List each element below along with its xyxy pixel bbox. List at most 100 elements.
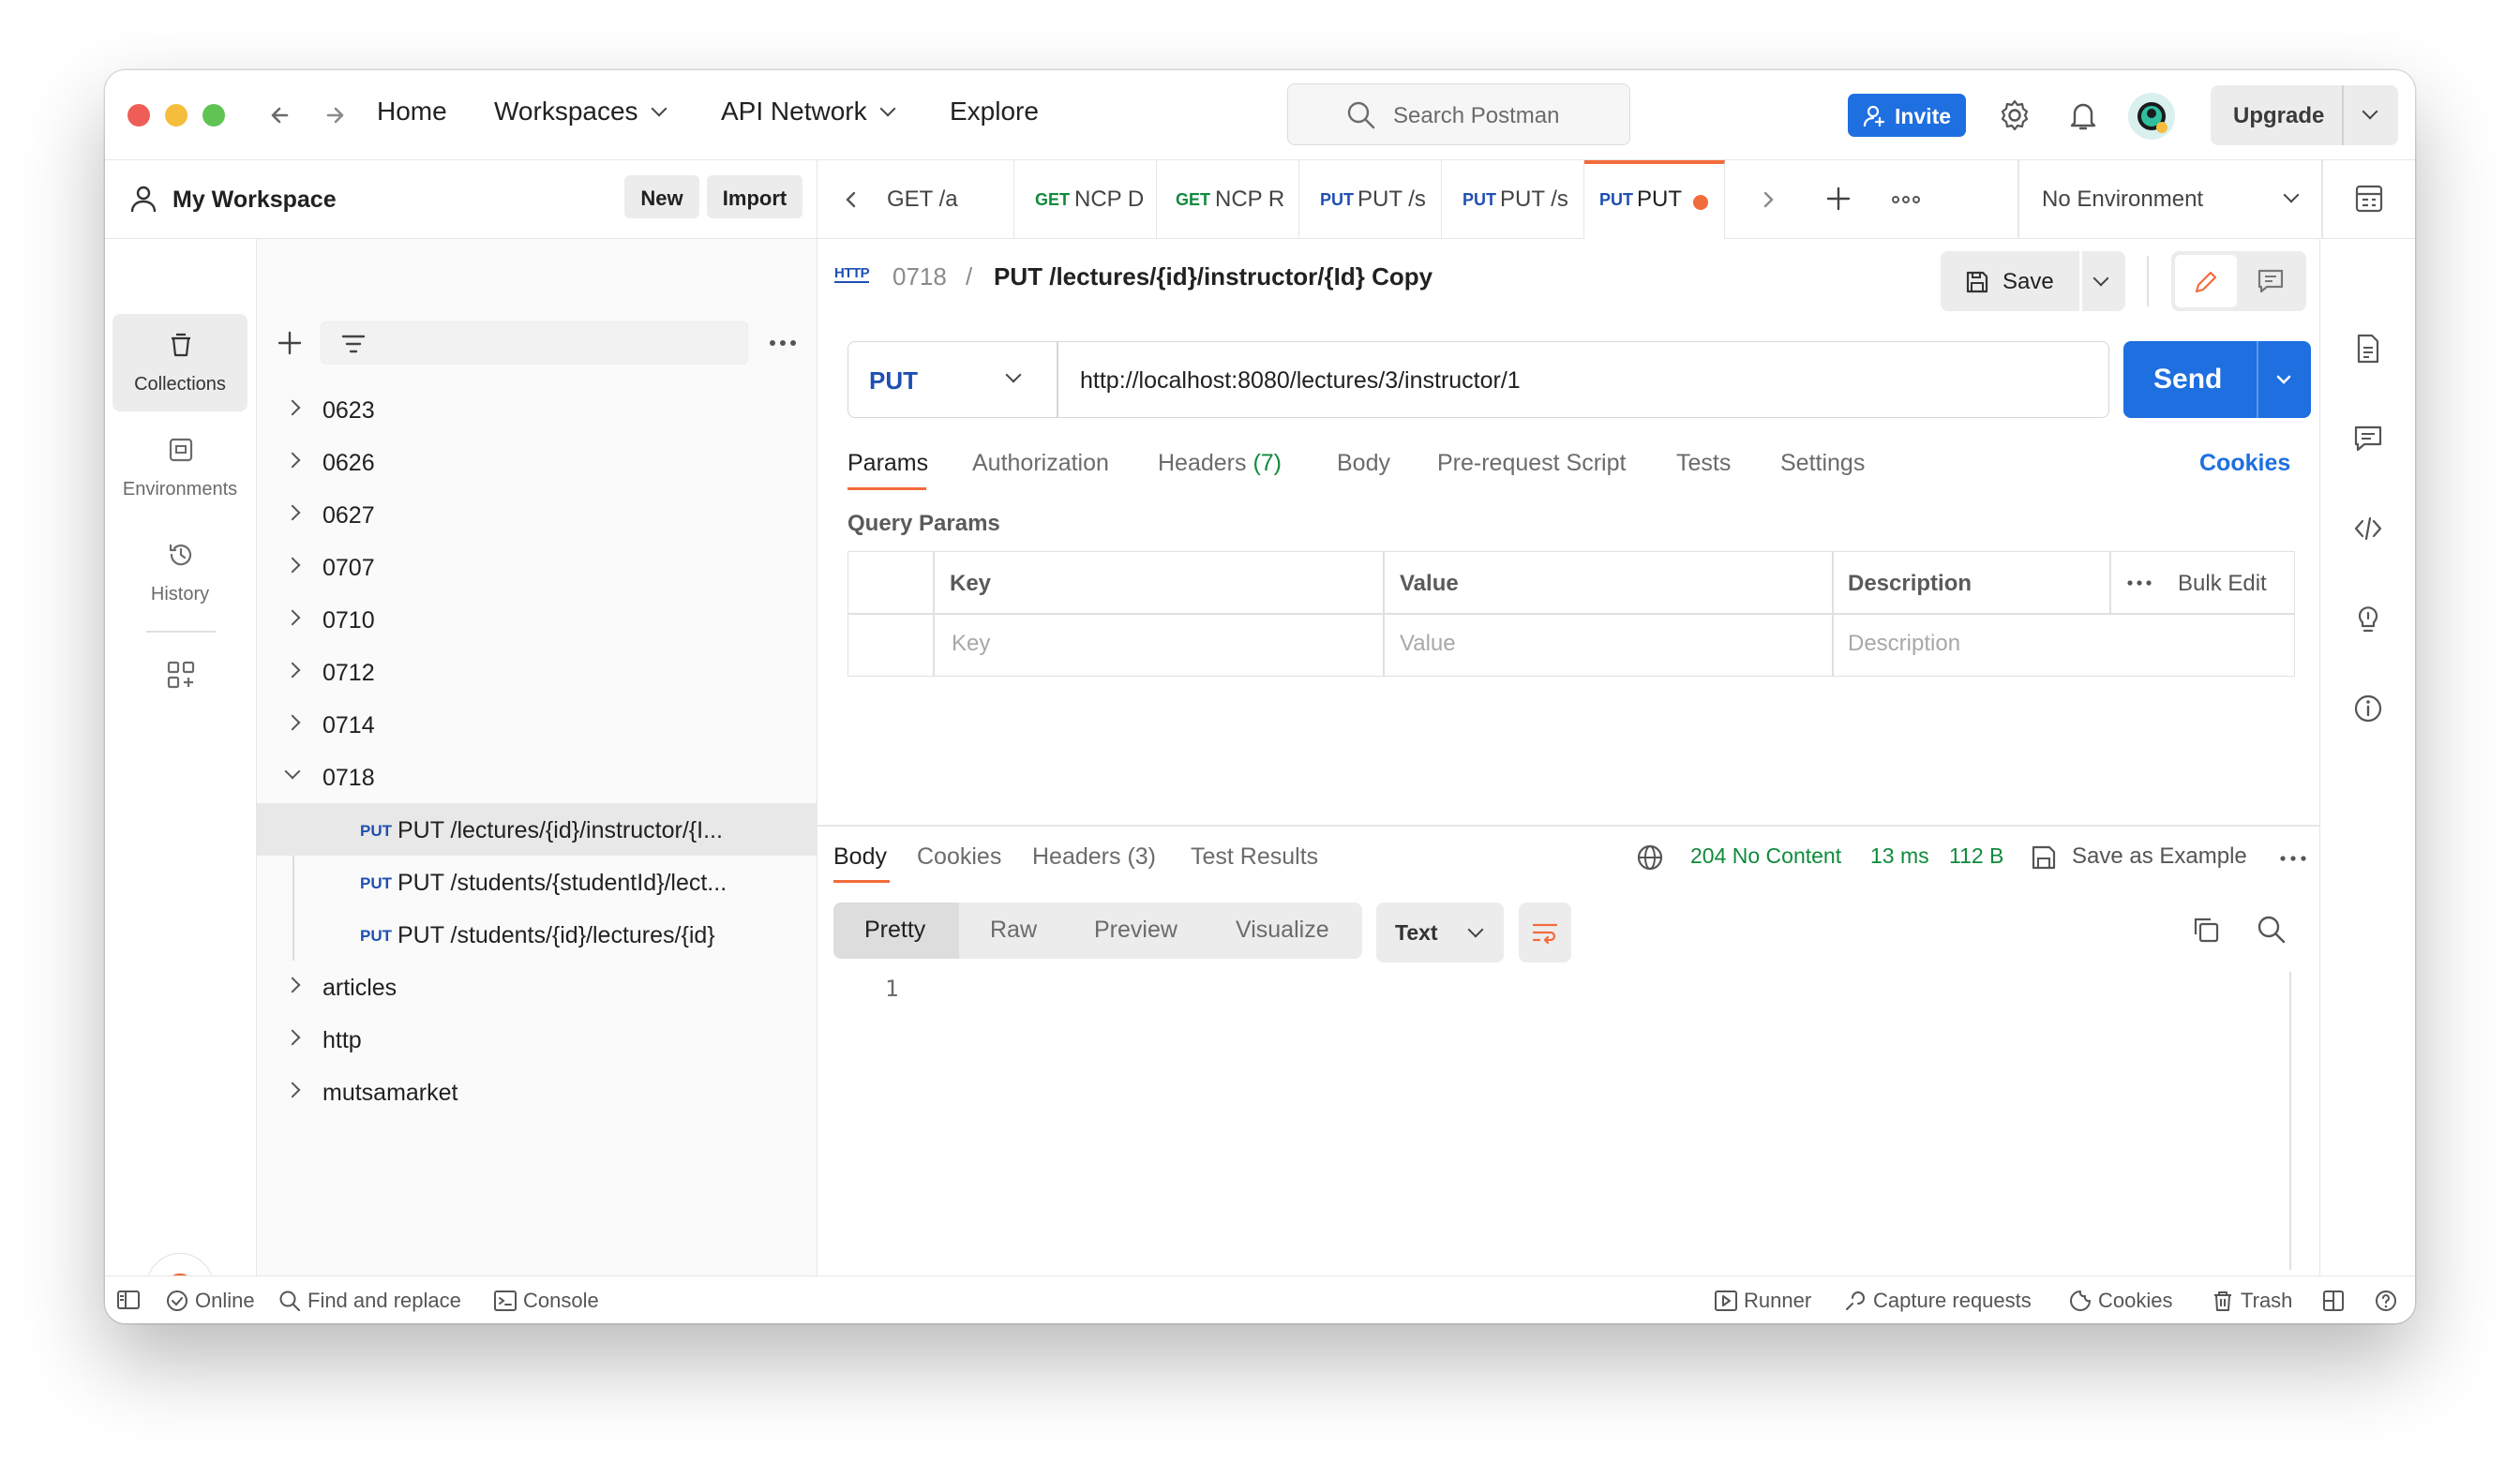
search-input[interactable]: Search Postman bbox=[1287, 83, 1630, 145]
breadcrumb-folder[interactable]: 0718 bbox=[892, 262, 947, 291]
folder-row[interactable]: mutsamarket bbox=[257, 1066, 818, 1118]
globe-icon[interactable] bbox=[1635, 843, 1665, 873]
tab-headers[interactable]: Headers (7) bbox=[1158, 450, 1282, 477]
request-tab[interactable]: GET /a bbox=[874, 160, 1014, 239]
view-pretty[interactable]: Pretty bbox=[864, 917, 925, 944]
request-row[interactable]: PUT PUT /students/{id}/lectures/{id} bbox=[257, 908, 818, 961]
environment-select[interactable]: No Environment bbox=[2019, 160, 2321, 239]
save-button[interactable]: Save bbox=[1941, 251, 2079, 311]
view-raw[interactable]: Raw bbox=[990, 917, 1037, 944]
request-tab[interactable]: GET NCP R bbox=[1157, 160, 1299, 239]
forward-arrow-icon[interactable] bbox=[317, 98, 351, 132]
tab-params[interactable]: Params bbox=[848, 450, 928, 477]
chevron-left-icon[interactable] bbox=[838, 186, 864, 213]
code-icon[interactable] bbox=[2352, 513, 2384, 545]
rail-environments[interactable]: Environments bbox=[112, 419, 248, 516]
comment-mode-icon[interactable] bbox=[2256, 266, 2286, 296]
tab-authorization[interactable]: Authorization bbox=[972, 450, 1109, 477]
zoom-window-button[interactable] bbox=[202, 104, 225, 127]
view-preview[interactable]: Preview bbox=[1094, 917, 1178, 944]
tab-body[interactable]: Body bbox=[1337, 450, 1390, 477]
more-options-icon[interactable] bbox=[2125, 574, 2153, 591]
save-dropdown-button[interactable] bbox=[2082, 251, 2125, 311]
runner-button[interactable]: Runner bbox=[1744, 1289, 1811, 1313]
copy-icon[interactable] bbox=[2190, 914, 2222, 946]
gear-icon[interactable] bbox=[1996, 97, 2033, 134]
minimize-window-button[interactable] bbox=[165, 104, 188, 127]
new-button[interactable]: New bbox=[624, 175, 699, 218]
toggle-sidebar-icon[interactable] bbox=[116, 1289, 141, 1311]
chevron-down-icon[interactable] bbox=[2272, 367, 2296, 392]
import-button[interactable]: Import bbox=[707, 175, 802, 218]
filter-input[interactable] bbox=[321, 321, 748, 365]
chevron-down-icon[interactable] bbox=[2362, 103, 2378, 120]
request-tab-active[interactable]: PUT PUT bbox=[1584, 160, 1725, 239]
more-tabs-icon[interactable] bbox=[1890, 190, 1922, 209]
response-tab-test-results[interactable]: Test Results bbox=[1191, 843, 1318, 871]
save-as-example-button[interactable]: Save as Example bbox=[2072, 843, 2247, 870]
capture-requests-button[interactable]: Capture requests bbox=[1873, 1289, 2032, 1313]
folder-row[interactable]: articles bbox=[257, 961, 818, 1013]
key-input[interactable]: Key bbox=[952, 631, 990, 657]
view-visualize[interactable]: Visualize bbox=[1236, 917, 1329, 944]
documentation-icon[interactable] bbox=[2352, 333, 2384, 365]
wrap-lines-button[interactable] bbox=[1519, 903, 1571, 962]
more-options-icon[interactable] bbox=[767, 333, 799, 353]
request-row[interactable]: PUT PUT /students/{studentId}/lect... bbox=[257, 856, 818, 908]
response-tab-body[interactable]: Body bbox=[833, 843, 887, 871]
console-button[interactable]: Console bbox=[523, 1289, 599, 1313]
folder-row[interactable]: 0714 bbox=[257, 698, 818, 751]
response-time[interactable]: 13 ms bbox=[1870, 843, 1929, 869]
cookies-link[interactable]: Cookies bbox=[2199, 450, 2290, 477]
request-tab[interactable]: GET NCP D bbox=[1014, 160, 1157, 239]
avatar[interactable] bbox=[2128, 93, 2175, 140]
response-tab-cookies[interactable]: Cookies bbox=[917, 843, 1001, 871]
edit-mode-button[interactable] bbox=[2175, 255, 2237, 307]
description-input[interactable]: Description bbox=[1848, 631, 1960, 657]
chevron-right-icon[interactable] bbox=[1755, 186, 1781, 213]
response-divider[interactable] bbox=[818, 825, 2319, 827]
find-and-replace-button[interactable]: Find and replace bbox=[308, 1289, 461, 1313]
request-tab[interactable]: PUT PUT /s bbox=[1442, 160, 1584, 239]
tab-settings[interactable]: Settings bbox=[1780, 450, 1865, 477]
back-arrow-icon[interactable] bbox=[264, 98, 298, 132]
folder-row[interactable]: 0623 bbox=[257, 383, 818, 436]
folder-row[interactable]: 0707 bbox=[257, 541, 818, 593]
request-name-title[interactable]: PUT /lectures/{id}/instructor/{Id} Copy bbox=[994, 262, 1432, 291]
online-status[interactable]: Online bbox=[195, 1289, 255, 1313]
environment-quick-look-icon[interactable] bbox=[2353, 183, 2385, 215]
tab-pre-request-script[interactable]: Pre-request Script bbox=[1437, 450, 1626, 477]
help-icon[interactable] bbox=[2374, 1289, 2398, 1313]
nav-workspaces[interactable]: Workspaces bbox=[494, 97, 668, 127]
response-size[interactable]: 112 B bbox=[1949, 843, 2003, 869]
folder-row[interactable]: 0712 bbox=[257, 646, 818, 698]
nav-home[interactable]: Home bbox=[377, 97, 447, 127]
folder-row[interactable]: 0627 bbox=[257, 488, 818, 541]
url-input[interactable]: http://localhost:8080/lectures/3/instruc… bbox=[1080, 367, 1521, 395]
bulk-edit-button[interactable]: Bulk Edit bbox=[2178, 571, 2267, 597]
trash-button[interactable]: Trash bbox=[2241, 1289, 2292, 1313]
send-button[interactable]: Send bbox=[2123, 341, 2311, 418]
bell-icon[interactable] bbox=[2064, 97, 2102, 134]
rail-history[interactable]: History bbox=[112, 524, 248, 621]
folder-row[interactable]: 0710 bbox=[257, 593, 818, 646]
response-scrollbar[interactable] bbox=[2289, 972, 2291, 1270]
nav-explore[interactable]: Explore bbox=[950, 97, 1039, 127]
response-tab-headers[interactable]: Headers (3) bbox=[1032, 843, 1156, 871]
upgrade-button[interactable]: Upgrade bbox=[2211, 85, 2398, 145]
info-icon[interactable] bbox=[2352, 693, 2384, 724]
response-status[interactable]: 204 No Content bbox=[1690, 843, 1841, 869]
nav-api-network[interactable]: API Network bbox=[721, 97, 896, 127]
add-apps-icon[interactable] bbox=[165, 659, 197, 691]
comments-icon[interactable] bbox=[2352, 423, 2384, 455]
folder-row[interactable]: 0626 bbox=[257, 436, 818, 488]
invite-button[interactable]: Invite bbox=[1848, 94, 1966, 137]
workspace-name[interactable]: My Workspace bbox=[172, 186, 337, 214]
request-tab[interactable]: PUT PUT /s bbox=[1299, 160, 1442, 239]
method-select[interactable]: PUT bbox=[848, 342, 1057, 417]
request-row-selected[interactable]: PUT PUT /lectures/{id}/instructor/{I... bbox=[257, 803, 818, 856]
tab-tests[interactable]: Tests bbox=[1676, 450, 1731, 477]
folder-row[interactable]: http bbox=[257, 1013, 818, 1066]
more-options-icon[interactable] bbox=[2278, 850, 2308, 867]
value-input[interactable]: Value bbox=[1400, 631, 1456, 657]
